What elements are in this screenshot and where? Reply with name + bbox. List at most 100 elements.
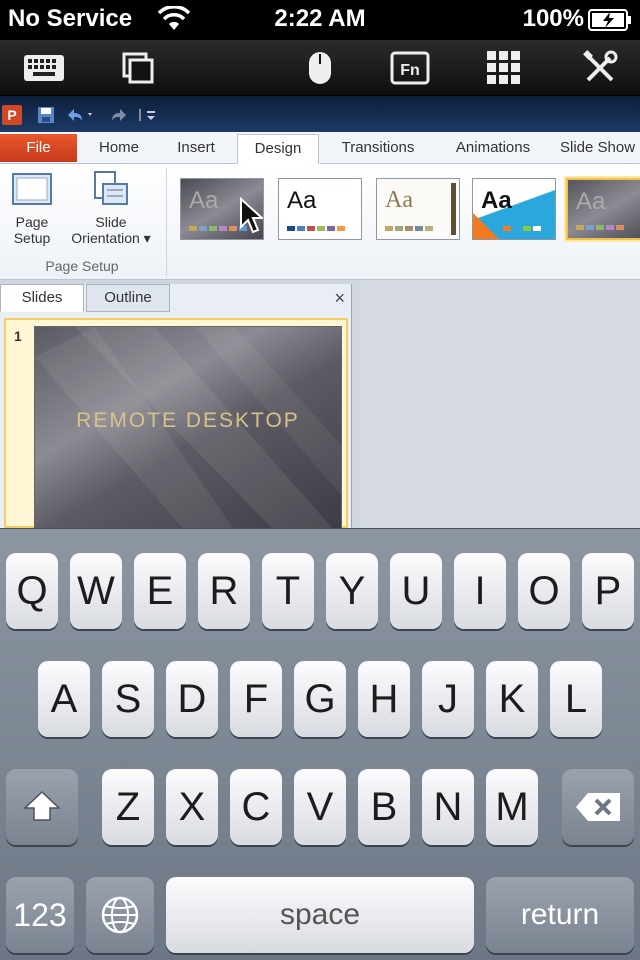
key-q[interactable]: Q [6, 553, 58, 629]
slide-number: 1 [14, 328, 22, 344]
customize-qat-icon[interactable] [138, 105, 160, 125]
tab-home[interactable]: Home [90, 134, 148, 164]
ribbon-separator [166, 168, 167, 276]
shift-arrow-icon [23, 790, 61, 821]
keyboard-button[interactable] [20, 48, 68, 88]
theme-thumbnail-2[interactable]: Aa [278, 178, 362, 240]
theme-palette [576, 225, 624, 230]
slide-orientation-line2: Orientation ▾ [71, 230, 151, 246]
key-a[interactable]: A [38, 661, 90, 737]
grid-icon [487, 51, 520, 84]
page-setup-line2: Setup [13, 230, 51, 246]
undo-icon[interactable] [64, 105, 98, 125]
key-p[interactable]: P [582, 553, 634, 629]
key-l[interactable]: L [550, 661, 602, 737]
page-setup-group-label: Page Setup [45, 258, 119, 274]
tab-insert[interactable]: Insert [166, 134, 226, 164]
tools-button[interactable] [576, 48, 624, 88]
key-w[interactable]: W [70, 553, 122, 629]
theme-thumbnail-3[interactable]: Aa [376, 178, 460, 240]
numbers-key[interactable]: 123 [6, 877, 74, 953]
fn-button[interactable]: Fn [386, 48, 434, 88]
save-icon[interactable] [36, 105, 56, 125]
tab-slides[interactable]: Slides [0, 284, 84, 312]
slide-orientation-button[interactable]: Slide Orientation ▾ [62, 170, 160, 246]
tools-icon [583, 50, 618, 82]
theme-sample: Aa [287, 187, 317, 214]
windows-button[interactable] [114, 48, 162, 88]
battery-icon [588, 9, 631, 31]
key-x[interactable]: X [166, 769, 218, 845]
key-t[interactable]: T [262, 553, 314, 629]
keyboard-icon [24, 55, 64, 81]
key-v[interactable]: V [294, 769, 346, 845]
key-r[interactable]: R [198, 553, 250, 629]
slide-editing-area[interactable] [360, 280, 640, 528]
remote-desktop-view[interactable]: P File Home Insert Design Transitions An… [0, 96, 640, 528]
theme-thumbnail-current[interactable]: Aa [566, 178, 640, 240]
tab-slide-show[interactable]: Slide Show [560, 134, 640, 164]
ribbon-tabs: File Home Insert Design Transitions Anim… [0, 132, 640, 164]
tab-outline[interactable]: Outline [86, 284, 170, 312]
key-b[interactable]: B [358, 769, 410, 845]
theme-sample: Aa [189, 187, 219, 214]
key-y[interactable]: Y [326, 553, 378, 629]
quick-access-toolbar: P [0, 96, 640, 132]
key-f[interactable]: F [230, 661, 282, 737]
theme-thumbnail-4[interactable]: Aa [472, 178, 556, 240]
fn-label: Fn [400, 62, 420, 79]
tab-file[interactable]: File [0, 134, 77, 162]
backspace-icon [576, 793, 620, 821]
fn-icon: Fn [390, 51, 430, 85]
key-j[interactable]: J [422, 661, 474, 737]
slide-thumbnail-selected[interactable]: 1 REMOTE DESKTOP [4, 318, 348, 528]
shift-key[interactable] [6, 769, 78, 845]
tab-design[interactable]: Design [237, 134, 319, 164]
redo-icon[interactable] [110, 105, 130, 125]
key-g[interactable]: G [294, 661, 346, 737]
theme-palette [385, 226, 433, 231]
slides-pane: Slides Outline × 1 REMOTE DESKTOP [0, 284, 352, 528]
workspace: Slides Outline × 1 REMOTE DESKTOP [0, 280, 640, 528]
page-setup-icon [12, 173, 52, 205]
theme-thumbnail-1[interactable]: Aa [180, 178, 264, 240]
key-z[interactable]: Z [102, 769, 154, 845]
grid-button[interactable] [480, 48, 528, 88]
theme-sample: Aa [385, 187, 413, 213]
key-m[interactable]: M [486, 769, 538, 845]
page-setup-line1: Page [15, 214, 49, 230]
theme-accent-bar [451, 183, 456, 235]
battery-percent: 100% [522, 5, 584, 32]
key-c[interactable]: C [230, 769, 282, 845]
key-s[interactable]: S [102, 661, 154, 737]
status-bar: No Service 2:22 AM 100% [0, 0, 640, 40]
key-o[interactable]: O [518, 553, 570, 629]
powerpoint-logo-icon: P [2, 105, 22, 125]
slide-orientation-icon [94, 171, 128, 205]
key-e[interactable]: E [134, 553, 186, 629]
slide-title: REMOTE DESKTOP [76, 409, 300, 432]
slide-orientation-line1: Slide [95, 214, 127, 230]
key-d[interactable]: D [166, 661, 218, 737]
theme-sample: Aa [481, 187, 512, 214]
page-setup-button[interactable]: Page Setup [4, 170, 60, 246]
key-u[interactable]: U [390, 553, 442, 629]
globe-key[interactable] [86, 877, 154, 953]
tab-animations[interactable]: Animations [444, 134, 542, 164]
mouse-icon [309, 52, 331, 84]
tab-transitions[interactable]: Transitions [330, 134, 426, 164]
theme-palette [503, 226, 541, 231]
space-key[interactable]: space [166, 877, 474, 953]
close-pane-icon[interactable]: × [334, 288, 345, 309]
theme-accent-shape [473, 213, 499, 239]
key-i[interactable]: I [454, 553, 506, 629]
key-h[interactable]: H [358, 661, 410, 737]
mouse-button[interactable] [296, 48, 344, 88]
key-n[interactable]: N [422, 769, 474, 845]
slide-preview[interactable]: REMOTE DESKTOP [34, 326, 342, 528]
key-k[interactable]: K [486, 661, 538, 737]
return-key[interactable]: return [486, 877, 634, 953]
on-screen-keyboard: Q W E R T Y U I O P A S D F G H J K L Z … [0, 528, 640, 960]
delete-key[interactable] [562, 769, 634, 845]
mouse-pointer-icon [240, 197, 263, 234]
